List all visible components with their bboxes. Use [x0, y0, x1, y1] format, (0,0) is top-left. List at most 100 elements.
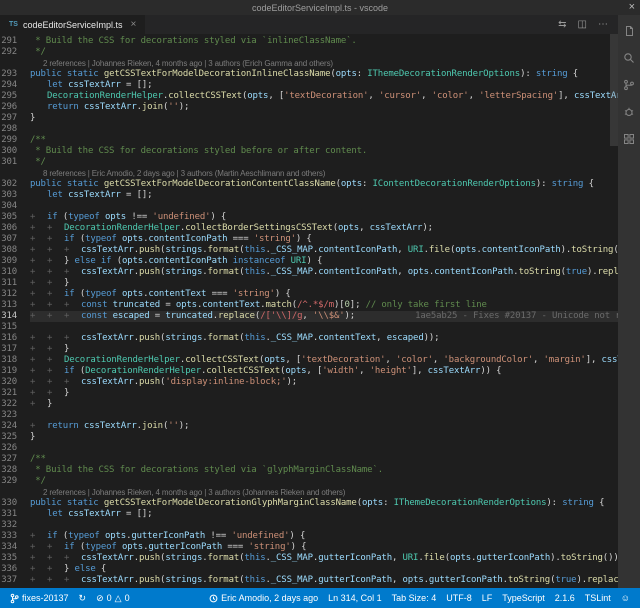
- line-number[interactable]: 327: [0, 454, 30, 465]
- line-number[interactable]: 305: [0, 212, 30, 223]
- code-line[interactable]: 323: [0, 410, 618, 421]
- code-line[interactable]: 318++DecorationRenderHelper.collectCSSTe…: [0, 355, 618, 366]
- line-number[interactable]: 303: [0, 190, 30, 201]
- code-line[interactable]: 297}: [0, 113, 618, 124]
- code-line[interactable]: 316+++cssTextArr.push(strings.format(thi…: [0, 333, 618, 344]
- code-line[interactable]: 336++} else {: [0, 564, 618, 575]
- more-actions-icon[interactable]: ⋯: [598, 20, 608, 30]
- line-number[interactable]: 323: [0, 410, 30, 421]
- line-number[interactable]: 330: [0, 498, 30, 509]
- line-number[interactable]: 307: [0, 234, 30, 245]
- code-line[interactable]: 315: [0, 322, 618, 333]
- status-item-sync[interactable]: ↻: [74, 588, 92, 608]
- line-number[interactable]: 336: [0, 564, 30, 575]
- code-line[interactable]: 327/**: [0, 454, 618, 465]
- status-item-eol[interactable]: LF: [477, 588, 498, 608]
- window-close-icon[interactable]: ×: [629, 0, 635, 15]
- status-item-errors-warnings[interactable]: ⊘0△0: [91, 588, 135, 608]
- line-number[interactable]: 291: [0, 36, 30, 47]
- line-number[interactable]: 333: [0, 531, 30, 542]
- code-line[interactable]: 298: [0, 124, 618, 135]
- code-line[interactable]: 319++if (DecorationRenderHelper.collectC…: [0, 366, 618, 377]
- code-line[interactable]: 330public static getCSSTextForModelDecor…: [0, 498, 618, 509]
- line-number[interactable]: 295: [0, 91, 30, 102]
- code-line[interactable]: 306++DecorationRenderHelper.collectBorde…: [0, 223, 618, 234]
- line-number[interactable]: 335: [0, 553, 30, 564]
- code-line[interactable]: 296return cssTextArr.join('');: [0, 102, 618, 113]
- codelens-row[interactable]: 8 references | Eric Amodio, 2 days ago |…: [0, 168, 618, 179]
- line-number[interactable]: 320: [0, 377, 30, 388]
- code-line[interactable]: 299/**: [0, 135, 618, 146]
- line-number[interactable]: 299: [0, 135, 30, 146]
- line-number[interactable]: 331: [0, 509, 30, 520]
- line-number[interactable]: 310: [0, 267, 30, 278]
- line-number[interactable]: 325: [0, 432, 30, 443]
- line-number[interactable]: 294: [0, 80, 30, 91]
- code-line[interactable]: 292 */: [0, 47, 618, 58]
- status-item-ts-version[interactable]: 2.1.6: [550, 588, 580, 608]
- code-line[interactable]: 303let cssTextArr = [];: [0, 190, 618, 201]
- codelens-row[interactable]: 2 references | Johannes Rieken, 4 months…: [0, 487, 618, 498]
- line-number[interactable]: 329: [0, 476, 30, 487]
- line-number[interactable]: 297: [0, 113, 30, 124]
- line-number[interactable]: 309: [0, 256, 30, 267]
- code-line[interactable]: 312++if (typeof opts.contentText === 'st…: [0, 289, 618, 300]
- status-item-cursor-position[interactable]: Ln 314, Col 1: [323, 588, 387, 608]
- status-item-encoding[interactable]: UTF-8: [441, 588, 477, 608]
- code-line[interactable]: 309++} else if (opts.contentIconPath ins…: [0, 256, 618, 267]
- code-line[interactable]: 313+++const truncated = opts.contentText…: [0, 300, 618, 311]
- line-number[interactable]: 332: [0, 520, 30, 531]
- line-number[interactable]: 314: [0, 311, 30, 322]
- status-item-git-branch[interactable]: fixes-20137: [5, 588, 74, 608]
- activity-bar-item-source-control[interactable]: [622, 78, 636, 92]
- code-line[interactable]: 333+if (typeof opts.gutterIconPath !== '…: [0, 531, 618, 542]
- line-number[interactable]: 313: [0, 300, 30, 311]
- line-number[interactable]: 308: [0, 245, 30, 256]
- line-number[interactable]: 306: [0, 223, 30, 234]
- line-number[interactable]: 324: [0, 421, 30, 432]
- line-number[interactable]: 304: [0, 201, 30, 212]
- activity-bar-item-explorer[interactable]: [622, 24, 636, 38]
- line-number[interactable]: 293: [0, 69, 30, 80]
- code-line[interactable]: 320+++cssTextArr.push('display:inline-bl…: [0, 377, 618, 388]
- code-line[interactable]: 337+++cssTextArr.push(strings.format(thi…: [0, 575, 618, 586]
- status-item-gitlens-blame[interactable]: Eric Amodio, 2 days ago: [204, 588, 323, 608]
- codelens-row[interactable]: 2 references | Johannes Rieken, 4 months…: [0, 58, 618, 69]
- code-line[interactable]: 311++}: [0, 278, 618, 289]
- code-line[interactable]: 332: [0, 520, 618, 531]
- line-number[interactable]: 317: [0, 344, 30, 355]
- tab-close-icon[interactable]: ×: [131, 19, 137, 30]
- code-line[interactable]: 294let cssTextArr = [];: [0, 80, 618, 91]
- activity-bar-item-extensions[interactable]: [622, 132, 636, 146]
- line-number[interactable]: 321: [0, 388, 30, 399]
- line-number[interactable]: 318: [0, 355, 30, 366]
- code-line[interactable]: 335+++cssTextArr.push(strings.format(thi…: [0, 553, 618, 564]
- status-item-feedback[interactable]: ☺: [616, 588, 635, 608]
- split-editor-icon[interactable]: ◫: [578, 20, 587, 30]
- code-line[interactable]: 322+}: [0, 399, 618, 410]
- line-number[interactable]: 300: [0, 146, 30, 157]
- line-number[interactable]: 326: [0, 443, 30, 454]
- scrollbar-thumb[interactable]: [610, 34, 618, 146]
- status-item-language-mode[interactable]: TypeScript: [497, 588, 550, 608]
- code-line[interactable]: 304: [0, 201, 618, 212]
- line-number[interactable]: 315: [0, 322, 30, 333]
- code-line[interactable]: 300 * Build the CSS for decorations styl…: [0, 146, 618, 157]
- line-number[interactable]: 311: [0, 278, 30, 289]
- line-number[interactable]: 334: [0, 542, 30, 553]
- code-line[interactable]: 307++if (typeof opts.contentIconPath ===…: [0, 234, 618, 245]
- code-line[interactable]: 324+return cssTextArr.join('');: [0, 421, 618, 432]
- line-number[interactable]: 312: [0, 289, 30, 300]
- code-line[interactable]: 326: [0, 443, 618, 454]
- line-number[interactable]: 296: [0, 102, 30, 113]
- code-line[interactable]: 321++}: [0, 388, 618, 399]
- status-item-tslint[interactable]: TSLint: [580, 588, 616, 608]
- activity-bar-item-search[interactable]: [622, 51, 636, 65]
- line-number[interactable]: 322: [0, 399, 30, 410]
- activity-bar-item-debug[interactable]: [622, 105, 636, 119]
- code-line[interactable]: 334++if (typeof opts.gutterIconPath === …: [0, 542, 618, 553]
- code-line[interactable]: 314+++const escaped = truncated.replace(…: [0, 311, 618, 322]
- code-line[interactable]: 302public static getCSSTextForModelDecor…: [0, 179, 618, 190]
- code-line[interactable]: 325}: [0, 432, 618, 443]
- code-line[interactable]: 308+++cssTextArr.push(strings.format(thi…: [0, 245, 618, 256]
